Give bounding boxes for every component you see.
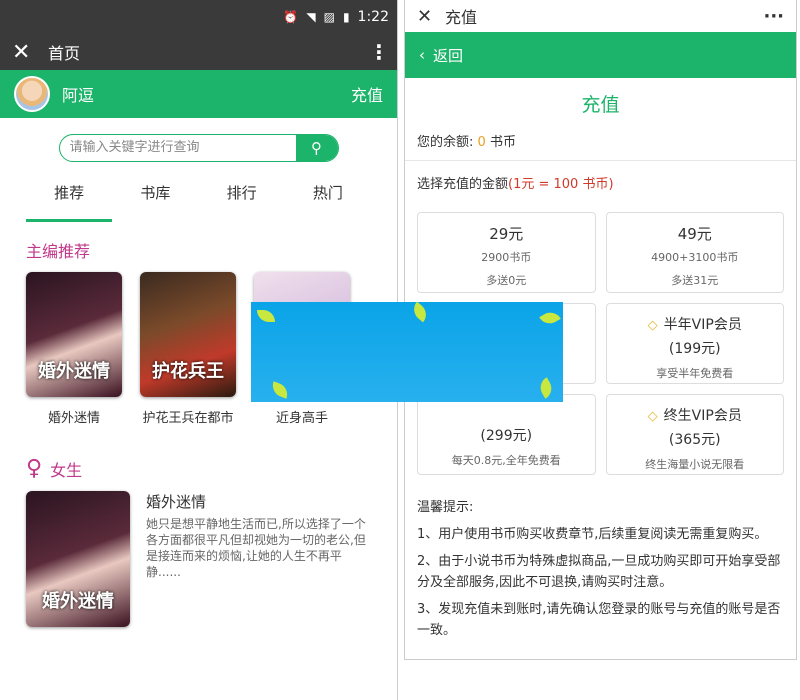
leaf-decoration	[269, 381, 291, 399]
page-title: 充值	[445, 8, 478, 27]
balance-unit: 书币	[489, 135, 516, 150]
book-title[interactable]: 近身高手	[254, 407, 350, 426]
tips-title: 温馨提示:	[417, 500, 474, 515]
cover-title: 护花兵王	[152, 361, 224, 382]
tab-ranking[interactable]: 排行	[199, 182, 285, 222]
option-coins: 2900书币	[481, 251, 532, 264]
option-bonus: 多送31元	[671, 274, 719, 287]
search-box: 请输入关键字进行查询 ⚲	[58, 134, 339, 162]
search-input[interactable]: 请输入关键字进行查询	[60, 135, 296, 161]
tip-item: 1、用户使用书币购买收费章节,后续重复阅读无需重复购买。	[417, 527, 768, 542]
signal-icon: ▨	[323, 10, 335, 24]
diamond-icon: ◇	[647, 409, 658, 424]
more-icon[interactable]: ⋮	[369, 40, 389, 64]
book-item[interactable]: 婚外迷情 婚外迷情	[26, 272, 122, 426]
cover-title: 婚外迷情	[42, 591, 114, 612]
search-button[interactable]: ⚲	[295, 135, 338, 161]
tips-section: 温馨提示: 1、用户使用书币购买收费章节,后续重复阅读无需重复购买。 2、由于小…	[405, 481, 796, 641]
option-vip-year[interactable]: (299元) 每天0.8元,全年免费看	[417, 394, 596, 475]
option-vip-lifetime[interactable]: ◇ 终生VIP会员 (365元) 终生海量小说无限看	[605, 394, 784, 475]
user-name: 阿逗	[62, 86, 95, 105]
female-heading: ♀ 女生	[0, 426, 397, 491]
list-item[interactable]: 婚外迷情 婚外迷情 她只是想平静地生活而已,所以选择了一个各方面都很平凡但却视她…	[0, 491, 397, 627]
exchange-rate: (1元 = 100 书币)	[508, 177, 614, 192]
balance-label: 您的余额:	[417, 135, 474, 150]
status-time: 1:22	[357, 9, 389, 25]
leaf-decoration	[257, 310, 275, 322]
select-amount-row: 选择充值的金额(1元 = 100 书币)	[405, 161, 796, 206]
tip-item: 2、由于小说书币为特殊虚拟商品,一旦成功购买即可开始享受部分及全部服务,因此不可…	[417, 554, 781, 590]
balance-value: 0	[477, 135, 486, 150]
vip-label: 终生VIP会员	[663, 408, 742, 424]
option-price: 29元	[489, 225, 524, 243]
close-icon[interactable]: ✕	[417, 6, 445, 27]
search-icon: ⚲	[311, 139, 322, 157]
status-bar: ⏰ ◥ ▨ ▮ 1:22	[0, 0, 397, 34]
tip-item: 3、发现充值未到账时,请先确认您登录的账号与充值的账号是否一致。	[417, 602, 781, 638]
leaf-decoration	[539, 308, 561, 328]
ad-banner-overlay[interactable]	[251, 302, 563, 402]
balance-row: 您的余额: 0 书币	[405, 125, 796, 161]
avatar[interactable]	[14, 76, 50, 112]
book-item[interactable]: 护花兵王 护花王兵在都市	[140, 272, 236, 426]
option-price: (299元)	[480, 428, 533, 444]
close-icon[interactable]: ✕	[12, 40, 48, 65]
diamond-icon: ◇	[647, 318, 658, 333]
tab-hot[interactable]: 热门	[285, 182, 371, 222]
alarm-icon: ⏰	[283, 10, 299, 24]
book-title[interactable]: 婚外迷情	[26, 407, 122, 426]
option-49[interactable]: 49元 4900+3100书币 多送31元	[605, 212, 784, 293]
leaf-decoration	[409, 302, 431, 323]
cover-title: 婚外迷情	[38, 361, 110, 382]
female-label: 女生	[50, 460, 83, 480]
option-29[interactable]: 29元 2900书币 多送0元	[417, 212, 596, 293]
female-icon: ♀	[26, 456, 43, 481]
book-title[interactable]: 婚外迷情	[146, 491, 371, 512]
option-bonus: 终生海量小说无限看	[645, 458, 745, 471]
book-info: 婚外迷情 她只是想平静地生活而已,所以选择了一个各方面都很平凡但却视她为一切的老…	[146, 491, 371, 627]
option-price: 49元	[677, 225, 712, 243]
recharge-heading: 充值	[581, 94, 620, 116]
title-bar: ✕ 首页 ⋮	[0, 34, 397, 70]
book-cover[interactable]: 婚外迷情	[26, 272, 122, 397]
tab-bar: 推荐 书库 排行 热门	[0, 182, 397, 222]
tab-recommend[interactable]: 推荐	[26, 182, 113, 222]
more-icon[interactable]: ···	[763, 6, 784, 27]
select-label: 选择充值的金额	[417, 177, 509, 192]
option-bonus: 享受半年免费看	[656, 367, 734, 380]
tab-library[interactable]: 书库	[112, 182, 198, 222]
book-cover[interactable]: 护花兵王	[140, 272, 236, 397]
editor-picks-heading: 主编推荐	[26, 242, 91, 261]
option-coins: 4900+3100书币	[651, 251, 739, 264]
user-bar: 阿逗 充值	[0, 70, 397, 118]
option-price: (365元)	[668, 432, 721, 448]
recharge-link[interactable]: 充值	[351, 82, 383, 106]
battery-icon: ▮	[342, 10, 350, 24]
book-description: 她只是想平静地生活而已,所以选择了一个各方面都很平凡但却视她为一切的老公,但是接…	[146, 517, 366, 579]
book-cover[interactable]: 婚外迷情	[26, 491, 130, 627]
chevron-left-icon: ‹	[419, 46, 425, 64]
page-title: 首页	[48, 44, 81, 63]
book-title[interactable]: 护花王兵在都市	[140, 407, 236, 426]
title-bar: ✕ 充值 ···	[405, 0, 796, 32]
back-label[interactable]: 返回	[433, 45, 463, 66]
wifi-icon: ◥	[306, 10, 316, 24]
option-bonus: 多送0元	[486, 274, 527, 287]
option-vip-half-year[interactable]: ◇ 半年VIP会员 (199元) 享受半年免费看	[605, 303, 784, 384]
back-bar[interactable]: ‹ 返回	[405, 32, 796, 78]
vip-label: 半年VIP会员	[663, 317, 742, 333]
option-price: (199元)	[668, 341, 721, 357]
option-bonus: 每天0.8元,全年免费看	[451, 454, 561, 467]
leaf-decoration	[536, 377, 556, 399]
